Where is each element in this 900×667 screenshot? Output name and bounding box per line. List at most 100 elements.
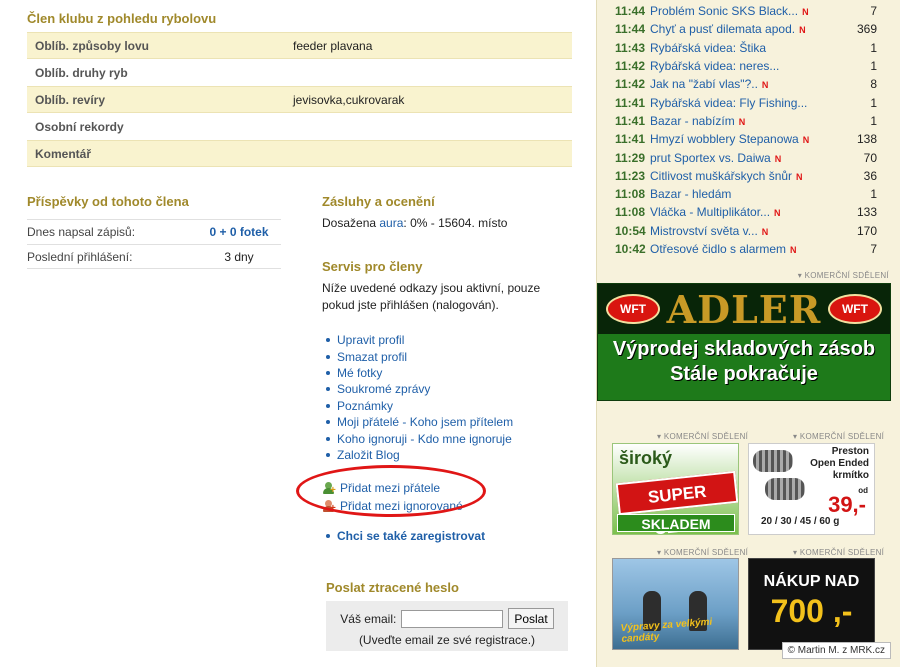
member-posts-section: Příspěvky od tohoto člena Dnes napsal zá… [27,194,281,269]
feed-time: 11:08 [615,187,646,202]
bullet-icon [326,338,330,343]
super-ad-top-text: široký [619,448,673,468]
bullet-icon [326,420,330,425]
feed-reply-count: 1 [870,40,877,55]
email-field[interactable] [401,609,504,628]
feed-reply-count: 1 [870,59,877,74]
posts-today-label: Dnes napsal zápisů: [27,225,136,239]
catfish-ad-caption: Výpravy za velkými candáty [620,616,713,646]
friends-link[interactable]: Moji přátelé - Koho jsem přítelem [337,415,513,429]
preston-ad-title: Preston Open Ended krmítko [810,446,869,481]
feed-topic-link[interactable]: Citlivost muškářskych šnůr N [650,169,850,183]
edit-profile-link[interactable]: Upravit profil [337,333,404,347]
wft-logo: WFT [606,294,660,324]
feed-row: 11:44 Chyť a pusť dilemata apod. N 369 [615,20,877,38]
feed-row: 11:44 Problém Sonic SKS Black... N 7 [615,2,877,20]
feed-topic-link[interactable]: Rybářská videa: Štika [650,41,850,55]
feed-row: 10:42 Otřesové čidlo s alarmem N 7 [615,240,877,258]
feed-topic-link[interactable]: Mistrovství světa v... N [650,224,850,238]
club-row-value: feeder plavana [293,38,373,53]
feed-topic-link[interactable]: Rybářská videa: neres... [650,59,850,73]
feed-row: 10:54 Mistrovství světa v... N 170 [615,222,877,240]
service-link-friends: Moji přátelé - Koho jsem přítelem [326,414,576,430]
feed-topic-title: Jak na "žabí vlas"?.. [650,77,758,92]
feed-topic-title: Rybářská videa: Fly Fishing... [650,95,808,110]
feed-time: 11:44 [615,4,646,19]
register-link[interactable]: Chci se také zaregistrovat [337,529,485,543]
club-row-label: Komentář [35,146,92,161]
preston-feeder-ad[interactable]: Preston Open Ended krmítko od 39,- 20 / 30… [748,443,875,535]
merit-section: Zásluhy a ocenění Dosažena aura: 0% - 15… [322,194,572,230]
posts-section-title: Příspěvky od tohoto člena [27,194,189,209]
feed-topic-link[interactable]: Chyť a pusť dilemata apod. N [650,22,850,36]
feed-topic-link[interactable]: Jak na "žabí vlas"?.. N [650,77,850,91]
ad-label: ▾ KOMERČNÍ SDĚLENÍ [793,432,885,441]
delete-profile-link[interactable]: Smazat profil [337,350,407,364]
feed-reply-count: 7 [870,242,877,256]
new-badge: N [774,208,781,219]
ad-label: ▾ KOMERČNÍ SDĚLENÍ [793,548,885,557]
feed-row: 11:42 Jak na "žabí vlas"?.. N 8 [615,75,877,93]
super-ad-stock: SKLADEM [617,514,735,532]
private-messages-link[interactable]: Soukromé zprávy [337,382,430,396]
preston-ad-price: 39,- [828,492,866,517]
copyright-watermark: © Martin M. z MRK.cz [781,642,891,659]
service-link-blog: Založit Blog [326,447,576,463]
service-note: Níže uvedené odkazy jsou aktivní, pouze … [322,281,541,312]
service-link-ignored: Koho ignoruji - Kdo mne ignoruje [326,430,576,446]
feeder-image [765,478,805,500]
lost-password-section: Poslat ztracené heslo Váš email: Poslat … [326,580,568,651]
service-link-notes: Poznámky [326,398,576,414]
latest-topics-feed: 11:44 Problém Sonic SKS Black... N 7 11:44 Ch… [615,2,877,258]
feed-topic-link[interactable]: Bazar - hledám [650,187,850,201]
feed-topic-link[interactable]: Hmyzí wobblery Stepanowa N [650,132,850,146]
create-blog-link[interactable]: Založit Blog [337,448,400,462]
club-row-value: jevisovka,cukrovarak [293,92,405,107]
feed-topic-link[interactable]: Bazar - nabízím N [650,114,850,128]
feed-topic-title: Hmyzí wobblery Stepanowa [650,132,799,147]
purchase-offer-ad[interactable]: NÁKUP NAD 700 ,- [748,558,875,650]
feed-reply-count: 1 [870,113,877,128]
service-link-edit-profile: Upravit profil [326,332,576,348]
feed-reply-count: 70 [863,150,877,165]
feeder-image [753,450,793,472]
feed-topic-link[interactable]: Rybářská videa: Fly Fishing... [650,96,850,110]
club-row-records: Osobní rekordy [27,113,572,140]
new-badge: N [802,7,809,18]
posts-today-link[interactable]: 0 + 0 fotek [197,225,281,239]
adler-banner-top: WFT ADLER WFT [598,284,890,334]
wft-logo: WFT [827,294,882,324]
highlight-annotation-ellipse [296,465,486,517]
my-photos-link[interactable]: Mé fotky [337,366,382,380]
feed-time: 11:44 [615,22,646,37]
ignored-link[interactable]: Koho ignoruji - Kdo mne ignoruje [337,432,512,446]
purchase-ad-line1: NÁKUP NAD [763,573,860,590]
ad-label: ▾ KOMERČNÍ SDĚLENÍ [657,548,749,557]
super-prices-ad[interactable]: široký SUPER CENY! SKLADEM [612,443,739,535]
feed-time: 11:42 [615,59,646,74]
feed-topic-link[interactable]: Vláčka - Multiplikátor... N [650,205,850,219]
service-link-delete-profile: Smazat profil [326,348,576,364]
club-row-waters: Oblíb. revíry jevisovka,cukrovarak [27,86,572,113]
feed-topic-link[interactable]: prut Sportex vs. Daiwa N [650,151,850,165]
bullet-icon [326,387,330,392]
adler-banner-ad[interactable]: WFT ADLER WFT Výprodej skladových zásob … [597,283,891,401]
feed-topic-link[interactable]: Problém Sonic SKS Black... N [650,4,850,18]
feed-topic-link[interactable]: Otřesové čidlo s alarmem N [650,242,850,256]
notes-link[interactable]: Poznámky [337,399,393,413]
merit-section-title: Zásluhy a ocenění [322,194,435,209]
feed-row: 11:08 Vláčka - Multiplikátor... N 133 [615,203,877,221]
new-badge: N [796,171,803,182]
posts-today-row: Dnes napsal zápisů: 0 + 0 fotek [27,219,281,244]
merit-prefix: Dosažena [322,216,380,230]
aura-link[interactable]: aura [379,216,403,230]
feed-time: 11:29 [615,150,646,165]
merit-suffix: : 0% - 15604. místo [403,216,508,230]
send-password-button[interactable]: Poslat [508,608,554,629]
club-row-label: Osobní rekordy [35,119,124,134]
feed-row: 11:42 Rybářská videa: neres... 1 [615,57,877,75]
feed-topic-title: Rybářská videa: neres... [650,59,780,74]
ad-label: ▾ KOMERČNÍ SDĚLENÍ [797,271,889,280]
email-hint: (Uveďte email ze své registrace.) [358,633,536,647]
catfish-trips-ad[interactable]: Výpravy za velkými candáty [612,558,739,650]
